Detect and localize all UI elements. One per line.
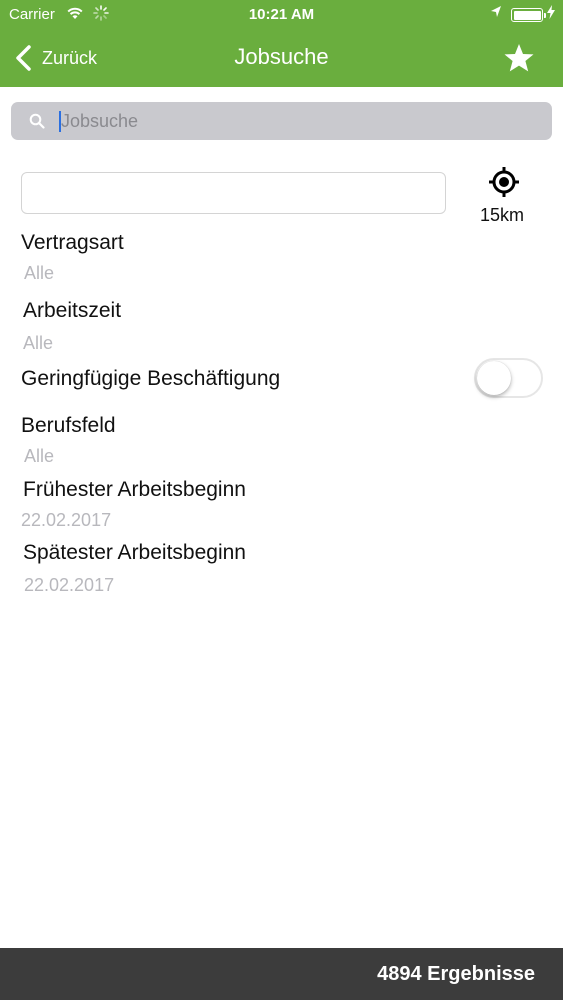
charging-bolt-icon bbox=[547, 5, 555, 22]
filter-value: 22.02.2017 bbox=[24, 575, 115, 595]
toggle-knob bbox=[477, 361, 511, 395]
geringfuegig-toggle[interactable] bbox=[474, 358, 543, 398]
filter-row-fruehester-arbeitsbeginn[interactable]: Frühester Arbeitsbeginn 22.02.2017 bbox=[0, 474, 563, 536]
radius-label: 15km bbox=[479, 205, 524, 225]
filter-label: Vertragsart bbox=[21, 231, 124, 254]
filter-row-spaetester-arbeitsbeginn[interactable]: Spätester Arbeitsbeginn 22.02.2017 bbox=[0, 537, 563, 599]
status-time: 10:21 AM bbox=[248, 6, 315, 23]
text-cursor bbox=[59, 111, 61, 132]
back-button[interactable]: Zurück bbox=[14, 40, 97, 76]
filter-row-berufsfeld[interactable]: Berufsfeld Alle bbox=[0, 410, 563, 472]
status-bar: Carrier 10:21 AM bbox=[0, 0, 563, 30]
filter-value: Alle bbox=[24, 263, 55, 283]
chevron-left-icon bbox=[16, 45, 31, 71]
results-count: 4894 Ergebnisse bbox=[377, 963, 535, 985]
filter-row-vertragsart[interactable]: Vertragsart Alle bbox=[0, 226, 563, 288]
navigation-bar: Zurück Jobsuche bbox=[0, 30, 563, 87]
filter-label: Arbeitszeit bbox=[23, 299, 122, 322]
search-bar bbox=[11, 102, 552, 140]
star-icon bbox=[504, 44, 534, 72]
geringfuegig-label: Geringfügige Beschäftigung bbox=[21, 367, 281, 390]
filter-value: Alle bbox=[23, 333, 54, 353]
filter-label: Frühester Arbeitsbeginn bbox=[23, 478, 246, 501]
locate-crosshair-icon bbox=[489, 167, 519, 197]
filter-value: Alle bbox=[24, 446, 55, 466]
top-bar: Carrier 10:21 AM Zurück Jobsuche bbox=[0, 0, 563, 87]
results-bar[interactable]: 4894 Ergebnisse bbox=[0, 948, 563, 1000]
location-input[interactable] bbox=[21, 172, 446, 214]
filter-value: 22.02.2017 bbox=[21, 510, 112, 530]
search-icon bbox=[29, 113, 45, 129]
battery-icon bbox=[511, 8, 546, 22]
location-arrow-icon bbox=[490, 5, 502, 22]
favorite-button[interactable] bbox=[502, 41, 536, 75]
filter-row-arbeitszeit[interactable]: Arbeitszeit Alle bbox=[0, 295, 563, 357]
job-search-screen: Carrier 10:21 AM Zurück Jobsuche Jobsuch… bbox=[0, 0, 563, 1000]
back-button-label: Zurück bbox=[42, 47, 98, 68]
filter-label: Spätester Arbeitsbeginn bbox=[23, 541, 246, 564]
locate-button[interactable] bbox=[488, 166, 520, 198]
filter-label: Berufsfeld bbox=[21, 414, 116, 437]
search-input[interactable] bbox=[61, 108, 531, 134]
